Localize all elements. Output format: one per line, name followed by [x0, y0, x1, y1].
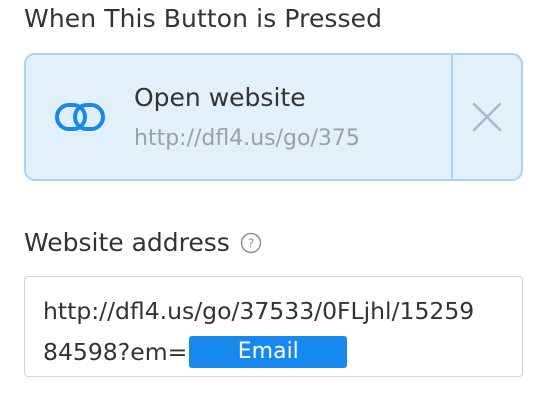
- url-text-line-2-wrap: 84598?em= Email: [43, 332, 504, 373]
- help-icon[interactable]: ?: [240, 232, 262, 254]
- action-title: Open website: [134, 83, 306, 112]
- url-text-line-2: 84598?em=: [43, 338, 188, 366]
- action-text: Open website http://dfl4.us/go/375: [134, 83, 389, 151]
- email-merge-token[interactable]: Email: [189, 335, 348, 368]
- button-action-panel: When This Button is Pressed Open website…: [0, 0, 547, 404]
- svg-text:?: ?: [248, 236, 254, 250]
- section-title: When This Button is Pressed: [24, 4, 383, 33]
- website-address-field[interactable]: http://dfl4.us/go/37533/0FLjhl/15259 845…: [24, 276, 523, 377]
- link-icon: [54, 97, 106, 137]
- close-icon: [472, 102, 502, 132]
- open-website-action[interactable]: Open website http://dfl4.us/go/375: [26, 55, 451, 179]
- action-url-preview: http://dfl4.us/go/375: [134, 126, 360, 151]
- website-address-label: Website address ?: [24, 228, 262, 257]
- website-address-label-text: Website address: [24, 228, 230, 257]
- url-text-line-1: http://dfl4.us/go/37533/0FLjhl/15259: [43, 297, 475, 325]
- remove-action-button[interactable]: [451, 55, 521, 179]
- action-card: Open website http://dfl4.us/go/375: [24, 53, 523, 181]
